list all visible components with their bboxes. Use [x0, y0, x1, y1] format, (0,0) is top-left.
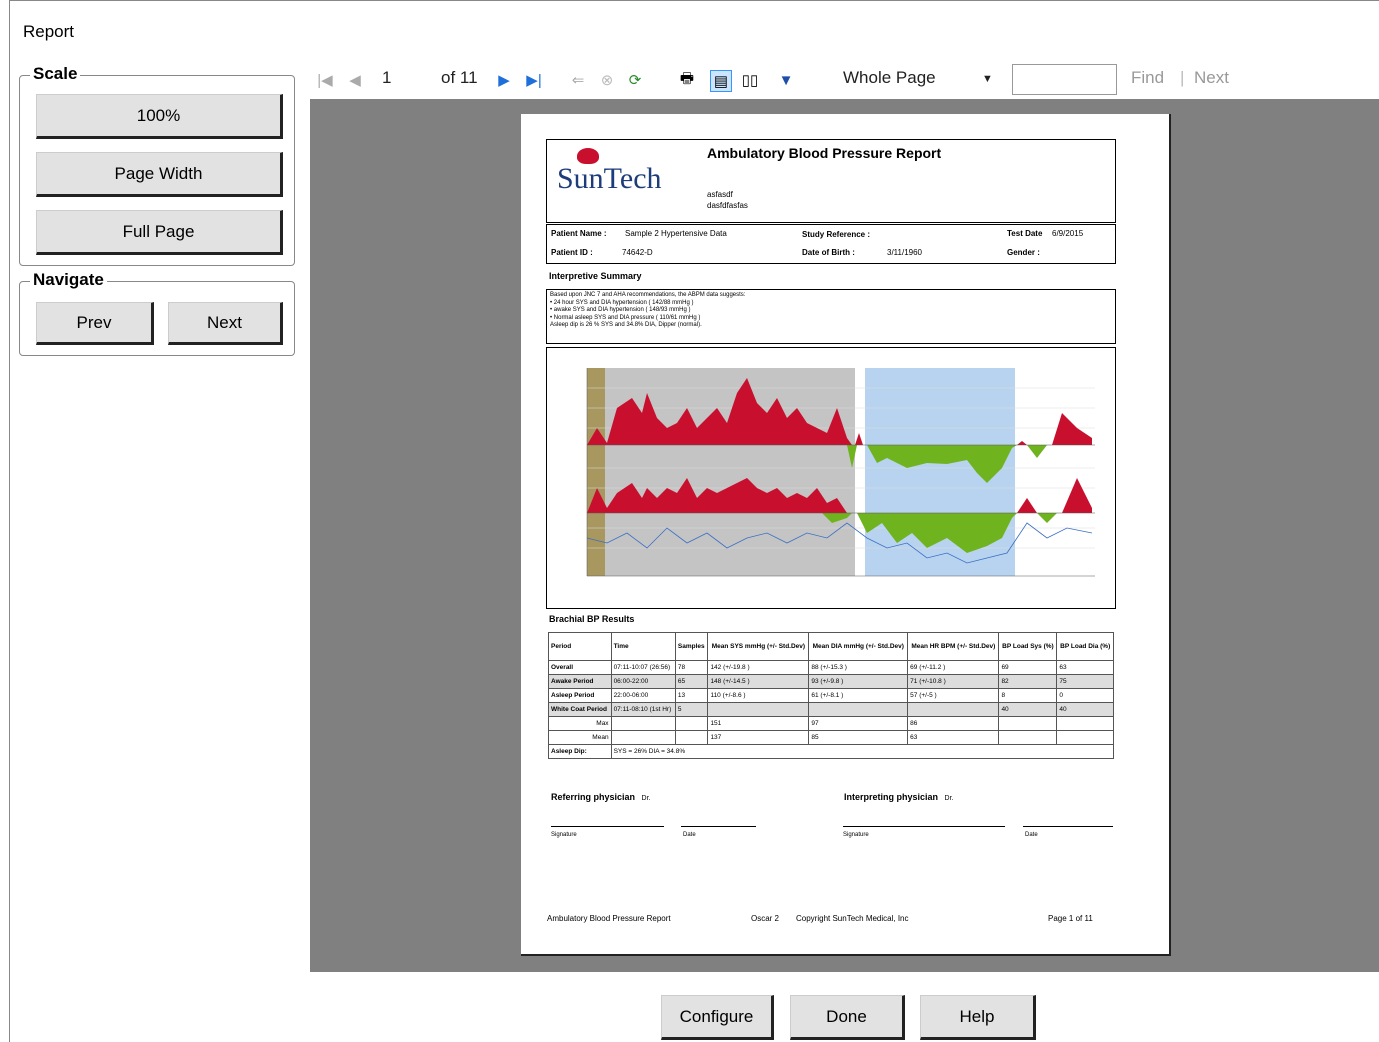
configure-button[interactable]: Configure: [661, 995, 774, 1040]
navigate-legend: Navigate: [30, 270, 107, 290]
footer-page: Page 1 of 11: [1048, 914, 1093, 923]
footer-version: Oscar 2: [751, 914, 780, 923]
patient-info: Patient Name : Sample 2 Hypertensive Dat…: [546, 224, 1116, 264]
date-caption-1: Date: [683, 832, 696, 838]
next-page-icon[interactable]: ▶: [494, 70, 514, 90]
done-button[interactable]: Done: [790, 995, 905, 1040]
bp-chart: [546, 347, 1116, 609]
suntech-logo: SunTech: [557, 148, 662, 194]
find-next-link[interactable]: Next: [1194, 68, 1229, 88]
date-line-2: [1023, 826, 1113, 827]
scale-group: Scale 100% Page Width Full Page: [19, 64, 295, 266]
table-row: White Coat Period 07:11-08:10 (1st Hr) 5 40…: [548, 702, 1114, 717]
date-caption-2: Date: [1025, 832, 1038, 838]
report-title: Ambulatory Blood Pressure Report: [707, 145, 942, 161]
page-setup-icon[interactable]: ▯▯: [740, 70, 760, 90]
table-row: Max 151 97 86: [548, 716, 1114, 731]
zoom-select[interactable]: Whole Page: [843, 68, 936, 88]
first-page-icon[interactable]: |◀: [315, 70, 335, 90]
page-number-input[interactable]: 1: [382, 68, 391, 88]
report-toolbar: |◀ ◀ 1 of 11 ▶ ▶| ⇐ ⊗ ⟳ 🖶 ▤ ▯▯ ▼ Whole P…: [310, 62, 1379, 99]
summary-box: Based upon JNC 7 and AHA recommendations…: [546, 289, 1116, 344]
page-layout-icon[interactable]: ▤: [710, 70, 732, 92]
interpreting-physician-label: Interpreting physician Dr.: [844, 792, 954, 802]
previous-page-icon[interactable]: ◀: [345, 70, 365, 90]
stop-icon[interactable]: ⊗: [597, 70, 617, 90]
table-row: Awake Period 06:00-22:00 65 148 (+/-14.5 ) 9…: [548, 674, 1114, 689]
print-icon[interactable]: 🖶: [677, 70, 697, 90]
table-header-row: Period Time Samples Mean SYS mmHg (+/- Std…: [548, 632, 1114, 661]
table-row: Overall 07:11-10:07 (26:56) 78 142 (+/-19.8…: [548, 660, 1114, 675]
export-icon[interactable]: ▼: [776, 70, 796, 90]
date-line-1: [681, 826, 756, 827]
report-viewer[interactable]: SunTech Ambulatory Blood Pressure Report…: [310, 99, 1379, 972]
report-page: SunTech Ambulatory Blood Pressure Report…: [521, 114, 1171, 956]
refresh-icon[interactable]: ⟳: [625, 70, 645, 90]
signature-line-1: [551, 826, 664, 827]
summary-heading: Interpretive Summary: [549, 271, 642, 281]
page-count: of 11: [441, 68, 478, 87]
navigate-group: Navigate Prev Next: [19, 270, 295, 356]
help-button[interactable]: Help: [920, 995, 1036, 1040]
page-width-button[interactable]: Page Width: [36, 152, 283, 197]
report-header: SunTech Ambulatory Blood Pressure Report…: [546, 139, 1116, 223]
last-page-icon[interactable]: ▶|: [524, 70, 544, 90]
referring-physician-label: Referring physician Dr.: [551, 792, 651, 802]
report-subtitle-2: dasfdfasfas: [707, 201, 748, 210]
toolbar-separator: |: [1180, 68, 1185, 87]
table-row: Mean 137 85 63: [548, 730, 1114, 745]
zoom-dropdown-icon[interactable]: ▼: [982, 73, 993, 85]
zoom-100-button[interactable]: 100%: [36, 94, 283, 139]
results-table-wrap: Period Time Samples Mean SYS mmHg (+/- Std…: [548, 632, 1115, 759]
table-row: Asleep Period 22:00-06:00 13 110 (+/-8.6 ) 6…: [548, 688, 1114, 703]
full-page-button[interactable]: Full Page: [36, 210, 283, 255]
report-subtitle-1: asfasdf: [707, 190, 733, 199]
find-input[interactable]: [1012, 64, 1117, 95]
window-title: Report: [23, 22, 75, 41]
find-link[interactable]: Find: [1131, 68, 1164, 88]
results-heading: Brachial BP Results: [549, 614, 635, 624]
results-table: Period Time Samples Mean SYS mmHg (+/- Std…: [548, 632, 1115, 759]
back-icon[interactable]: ⇐: [568, 70, 588, 90]
next-button[interactable]: Next: [168, 302, 283, 345]
signature-line-2: [843, 826, 1005, 827]
scale-legend: Scale: [30, 64, 81, 84]
footer-title: Ambulatory Blood Pressure Report: [547, 914, 671, 923]
prev-button[interactable]: Prev: [36, 302, 154, 345]
signature-caption-2: Signature: [843, 832, 869, 838]
table-row: Asleep Dip: SYS = 26% DIA = 34.8%: [548, 744, 1115, 759]
signature-caption-1: Signature: [551, 832, 577, 838]
footer-copyright: Copyright SunTech Medical, Inc: [796, 914, 909, 923]
